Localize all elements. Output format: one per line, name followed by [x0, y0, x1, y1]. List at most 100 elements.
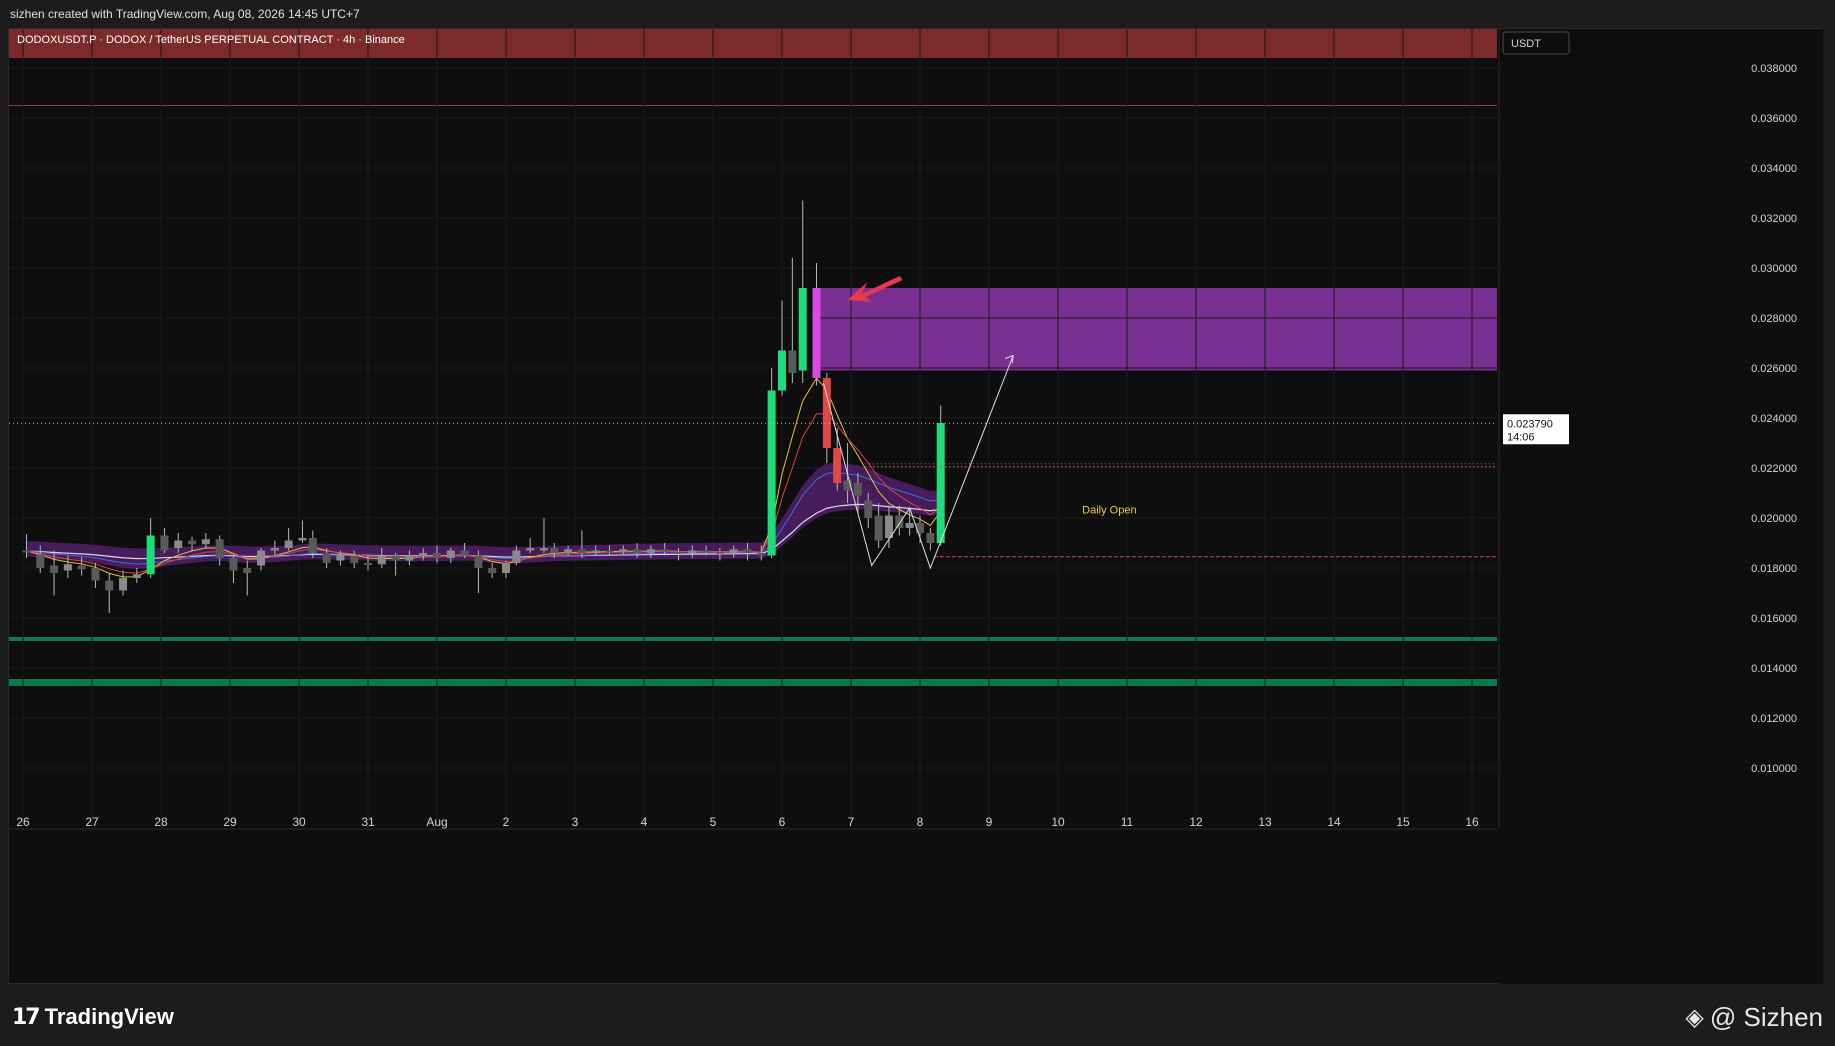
candle-body [646, 549, 655, 553]
candle [132, 568, 141, 583]
candle-body [270, 548, 279, 551]
time-tick-label: 13 [1258, 815, 1272, 829]
time-tick-label: 28 [154, 815, 168, 829]
candle-body [798, 288, 807, 371]
candle-body [539, 548, 548, 551]
candle-body [702, 550, 711, 553]
candle-body [833, 448, 842, 483]
candle-body [322, 553, 331, 563]
candle [229, 555, 238, 583]
candle-body [77, 565, 86, 570]
candle [788, 258, 797, 383]
candle-body [174, 540, 183, 548]
candle-body [63, 564, 72, 571]
price-tick-label: 0.022000 [1751, 463, 1797, 475]
candle-body [591, 550, 600, 553]
price-tick-label: 0.038000 [1751, 63, 1797, 75]
candle-body [419, 553, 428, 556]
time-tick-label: 3 [572, 815, 579, 829]
candle [146, 518, 155, 578]
chart-frame[interactable]: Daily Open 0.038000 0.036000 0.034000 0.032… [8, 28, 1823, 985]
tradingview-logo-icon: 17 [12, 1004, 41, 1030]
candle-body [36, 554, 45, 568]
candle-body [874, 515, 883, 541]
candle [767, 368, 776, 558]
time-tick-label: 31 [361, 815, 375, 829]
price-tick-label: 0.032000 [1751, 213, 1797, 225]
candle-body [446, 550, 455, 558]
time-tick-label: 4 [641, 815, 648, 829]
candle-body [284, 540, 293, 548]
candle-body [146, 535, 155, 575]
candle-body [936, 423, 945, 543]
candle-body [474, 555, 483, 568]
candle [926, 528, 935, 551]
countdown-label: 14:06 [1507, 431, 1535, 443]
candle-body [526, 548, 535, 551]
candle-body [91, 568, 100, 581]
price-tick-label: 0.034000 [1751, 163, 1797, 175]
candle-body [812, 288, 821, 378]
candle [798, 200, 807, 383]
candle-body [201, 539, 210, 545]
currency-label: USDT [1511, 38, 1541, 50]
candle-body [50, 565, 59, 573]
candle-body [633, 549, 642, 553]
time-tick-label: 14 [1327, 815, 1341, 829]
candle-body [488, 568, 497, 573]
author-name: @ Sizhen [1709, 1002, 1823, 1032]
price-tick-label: 0.030000 [1751, 263, 1797, 275]
last-price-label: 0.023790 [1507, 418, 1553, 430]
candle [833, 428, 842, 491]
candle [778, 300, 786, 396]
price-tick-label: 0.024000 [1751, 413, 1797, 425]
price-tick-label: 0.012000 [1751, 713, 1797, 725]
candle-body [377, 555, 386, 565]
support-line-lower [9, 679, 1497, 686]
time-tick-label: 30 [292, 815, 306, 829]
time-tick-label: 11 [1121, 815, 1134, 829]
candle-body [822, 378, 831, 448]
candle-body [550, 548, 559, 553]
price-tick-label: 0.018000 [1751, 563, 1797, 575]
candle-body [757, 553, 766, 556]
candle [936, 405, 945, 546]
candle [105, 573, 114, 613]
candle-body [243, 568, 252, 573]
daily-open-label: Daily Open [1082, 504, 1136, 516]
top-bar: sizhen created with TradingView.com, Aug… [0, 0, 1835, 28]
time-tick-label: 27 [85, 815, 99, 829]
price-chart[interactable]: Daily Open 0.038000 0.036000 0.034000 0.032… [9, 29, 1823, 985]
candle-body [688, 550, 697, 553]
candle [391, 553, 400, 576]
candle-body [619, 549, 628, 552]
candle-body [188, 540, 197, 545]
candle-body [215, 539, 224, 558]
candle-body [778, 350, 786, 391]
candle-body [460, 550, 469, 556]
tradingview-logo[interactable]: 17 TradingView [12, 1004, 174, 1030]
candle-body [350, 555, 359, 563]
candle-body [864, 500, 873, 518]
candle-body [132, 574, 141, 578]
candle-body [905, 523, 914, 528]
candle-body [605, 550, 614, 553]
symbol-title: DODOXUSDT.P · DODOX / TetherUS PERPETUAL… [17, 34, 405, 46]
price-tick-label: 0.010000 [1751, 763, 1797, 775]
candle-body [926, 533, 935, 543]
candle-body [788, 350, 797, 373]
price-tick-label: 0.036000 [1751, 113, 1797, 125]
candle-body [729, 549, 738, 553]
price-tick-label: 0.020000 [1751, 513, 1797, 525]
candle [474, 550, 483, 593]
time-tick-label: 10 [1051, 815, 1065, 829]
candle-body [22, 550, 31, 553]
time-tick-label: 9 [986, 815, 993, 829]
candle-body [512, 550, 521, 563]
candle [298, 520, 307, 543]
candle-body [577, 549, 586, 553]
credit-text: sizhen created with TradingView.com, Aug… [10, 7, 360, 21]
candle [243, 560, 252, 596]
time-tick-label: 29 [223, 815, 237, 829]
candle-body [405, 555, 414, 561]
